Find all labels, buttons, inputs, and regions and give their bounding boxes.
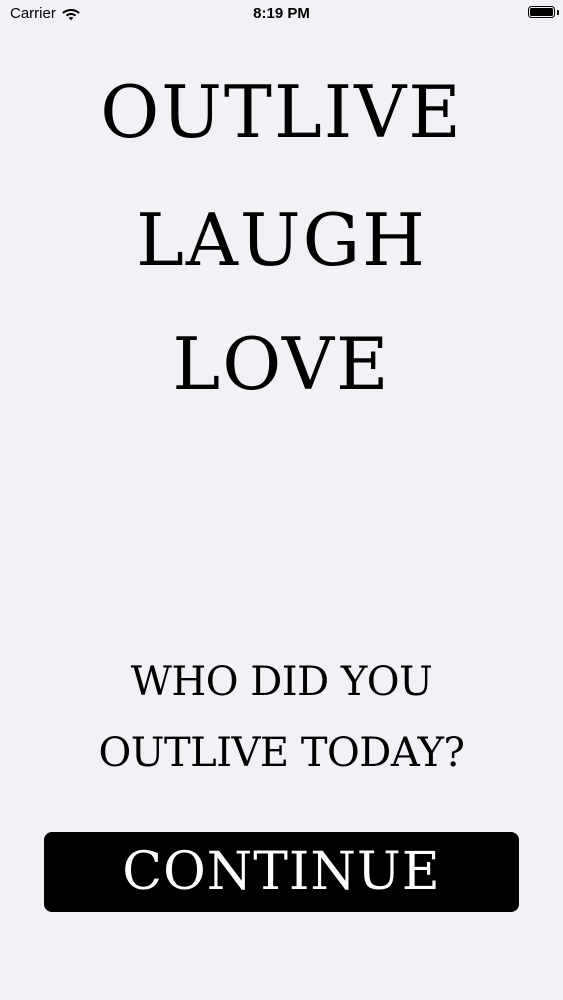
battery-level xyxy=(530,8,553,16)
question-line-1: WHO DID YOU xyxy=(130,659,433,705)
continue-button[interactable]: CONTINUE xyxy=(44,832,519,912)
status-bar: Carrier 8:19 PM xyxy=(0,0,563,30)
battery-cap xyxy=(557,10,559,15)
headline-love: LOVE xyxy=(172,322,391,406)
headline-outlive: OUTLIVE xyxy=(100,70,463,154)
battery-icon xyxy=(528,6,555,18)
question-line-2: OUTLIVE TODAY? xyxy=(98,730,465,776)
headline-laugh: LAUGH xyxy=(136,198,427,282)
status-time: 8:19 PM xyxy=(253,5,310,22)
